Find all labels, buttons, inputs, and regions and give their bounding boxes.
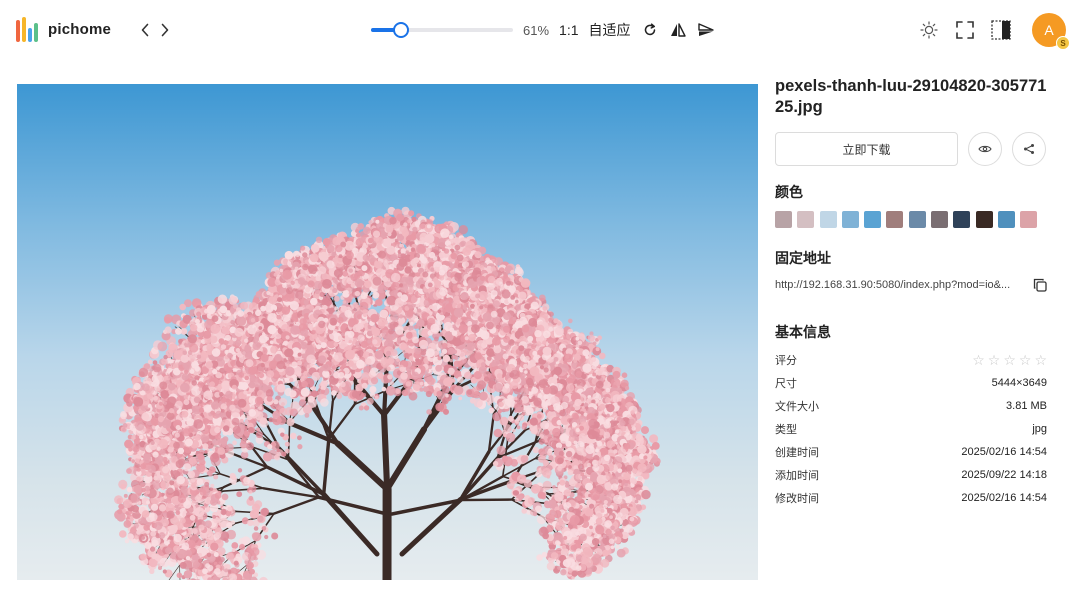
rotate-button[interactable] bbox=[641, 21, 659, 39]
avatar-letter: A bbox=[1044, 22, 1054, 38]
rotate-icon bbox=[644, 23, 655, 36]
eye-icon bbox=[978, 145, 992, 153]
zoom-slider-handle[interactable] bbox=[393, 22, 409, 38]
header-right-tools: A S bbox=[918, 13, 1070, 50]
permalink-title: 固定地址 bbox=[775, 250, 831, 266]
flip-horizontal-icon bbox=[670, 23, 686, 37]
zoom-slider[interactable] bbox=[371, 22, 513, 38]
action-row: 立即下载 bbox=[775, 132, 1047, 166]
color-swatch[interactable] bbox=[953, 211, 971, 228]
color-swatch[interactable] bbox=[819, 211, 837, 228]
permalink-url[interactable]: http://192.168.31.90:5080/index.php?mod=… bbox=[775, 279, 1010, 291]
color-swatch[interactable] bbox=[908, 211, 926, 228]
app-logo[interactable]: pichome bbox=[16, 17, 111, 42]
color-swatch[interactable] bbox=[775, 211, 792, 228]
info-value: 3.81 MB bbox=[1006, 399, 1047, 412]
info-key: 文件大小 bbox=[775, 400, 819, 413]
fullscreen-button[interactable] bbox=[954, 19, 976, 41]
star-icon[interactable]: ☆ bbox=[1003, 353, 1016, 367]
chevron-left-icon bbox=[141, 23, 149, 37]
chevron-right-icon bbox=[161, 23, 169, 37]
next-image-button[interactable] bbox=[158, 21, 172, 39]
user-avatar[interactable]: A S bbox=[1032, 13, 1070, 50]
info-row: 修改时间 2025/02/16 14:54 bbox=[775, 486, 1047, 509]
color-swatch[interactable] bbox=[841, 211, 859, 228]
permalink-row: http://192.168.31.90:5080/index.php?mod=… bbox=[775, 278, 1047, 292]
preview-button[interactable] bbox=[968, 132, 1002, 166]
rating-stars[interactable]: ☆ ☆ ☆ ☆ ☆ bbox=[972, 353, 1047, 367]
info-row: 创建时间 2025/02/16 14:54 bbox=[775, 440, 1047, 463]
logo-mark-icon bbox=[16, 17, 40, 42]
panel-toggle-icon bbox=[991, 20, 1011, 40]
info-key: 类型 bbox=[775, 423, 797, 436]
download-button[interactable]: 立即下载 bbox=[775, 132, 958, 166]
flip-vertical-icon bbox=[697, 23, 714, 36]
image-preview[interactable] bbox=[17, 84, 758, 580]
info-value: 5444×3649 bbox=[991, 376, 1047, 389]
basic-info-title: 基本信息 bbox=[775, 324, 831, 340]
rating-row: 评分 ☆ ☆ ☆ ☆ ☆ bbox=[775, 348, 1047, 371]
info-key: 添加时间 bbox=[775, 469, 819, 482]
zoom-percentage: 61% bbox=[523, 22, 550, 38]
share-icon bbox=[1024, 144, 1034, 154]
info-panel: pexels-thanh-luu-29104820-30577125.jpg 立… bbox=[775, 76, 1047, 509]
side-panel-toggle-button[interactable] bbox=[990, 19, 1012, 41]
flip-horizontal-button[interactable] bbox=[669, 21, 687, 39]
star-icon[interactable]: ☆ bbox=[1034, 353, 1047, 367]
color-palette bbox=[775, 211, 1047, 228]
fullscreen-icon bbox=[956, 21, 974, 39]
theme-toggle-button[interactable] bbox=[918, 19, 940, 41]
info-key: 创建时间 bbox=[775, 446, 819, 459]
info-key: 尺寸 bbox=[775, 377, 797, 390]
basic-info-list: 评分 ☆ ☆ ☆ ☆ ☆ 尺寸 5444×3649 文件大小 3.81 MB 类型 jpg 创建时间… bbox=[775, 348, 1047, 509]
previous-image-button[interactable] bbox=[138, 21, 152, 39]
rating-label: 评分 bbox=[775, 354, 797, 367]
info-value: 2025/02/16 14:54 bbox=[961, 491, 1047, 504]
fit-to-screen-button[interactable]: 自适应 bbox=[589, 20, 631, 40]
actual-size-button[interactable]: 1:1 bbox=[559, 22, 578, 38]
top-bar: pichome 61% 1:1 自适应 A S bbox=[0, 0, 1080, 62]
zoom-controls: 61% 1:1 自适应 bbox=[371, 18, 715, 42]
color-swatch[interactable] bbox=[997, 211, 1015, 228]
color-swatch[interactable] bbox=[1020, 211, 1038, 228]
info-value: jpg bbox=[1032, 422, 1047, 435]
info-value: 2025/02/16 14:54 bbox=[961, 445, 1047, 458]
info-row: 添加时间 2025/09/22 14:18 bbox=[775, 463, 1047, 486]
info-row: 尺寸 5444×3649 bbox=[775, 371, 1047, 394]
star-icon[interactable]: ☆ bbox=[988, 353, 1001, 367]
color-swatch[interactable] bbox=[931, 211, 949, 228]
color-swatch[interactable] bbox=[975, 211, 993, 228]
color-swatch[interactable] bbox=[864, 211, 882, 228]
app-name: pichome bbox=[48, 21, 112, 38]
copy-icon bbox=[1033, 278, 1047, 292]
sun-icon bbox=[920, 21, 938, 39]
copy-link-button[interactable] bbox=[1033, 278, 1047, 292]
vip-badge-icon: S bbox=[1056, 36, 1070, 50]
file-name: pexels-thanh-luu-29104820-30577125.jpg bbox=[775, 77, 1047, 116]
info-value: 2025/09/22 14:18 bbox=[961, 468, 1047, 481]
info-row: 文件大小 3.81 MB bbox=[775, 394, 1047, 417]
flip-vertical-button[interactable] bbox=[697, 21, 715, 39]
colors-title: 颜色 bbox=[775, 184, 803, 200]
info-key: 修改时间 bbox=[775, 492, 819, 505]
star-icon[interactable]: ☆ bbox=[972, 353, 985, 367]
star-icon[interactable]: ☆ bbox=[1019, 353, 1032, 367]
share-button[interactable] bbox=[1012, 132, 1046, 166]
cherry-blossom-photo bbox=[114, 206, 661, 580]
info-row: 类型 jpg bbox=[775, 417, 1047, 440]
color-swatch[interactable] bbox=[797, 211, 815, 228]
color-swatch[interactable] bbox=[886, 211, 904, 228]
